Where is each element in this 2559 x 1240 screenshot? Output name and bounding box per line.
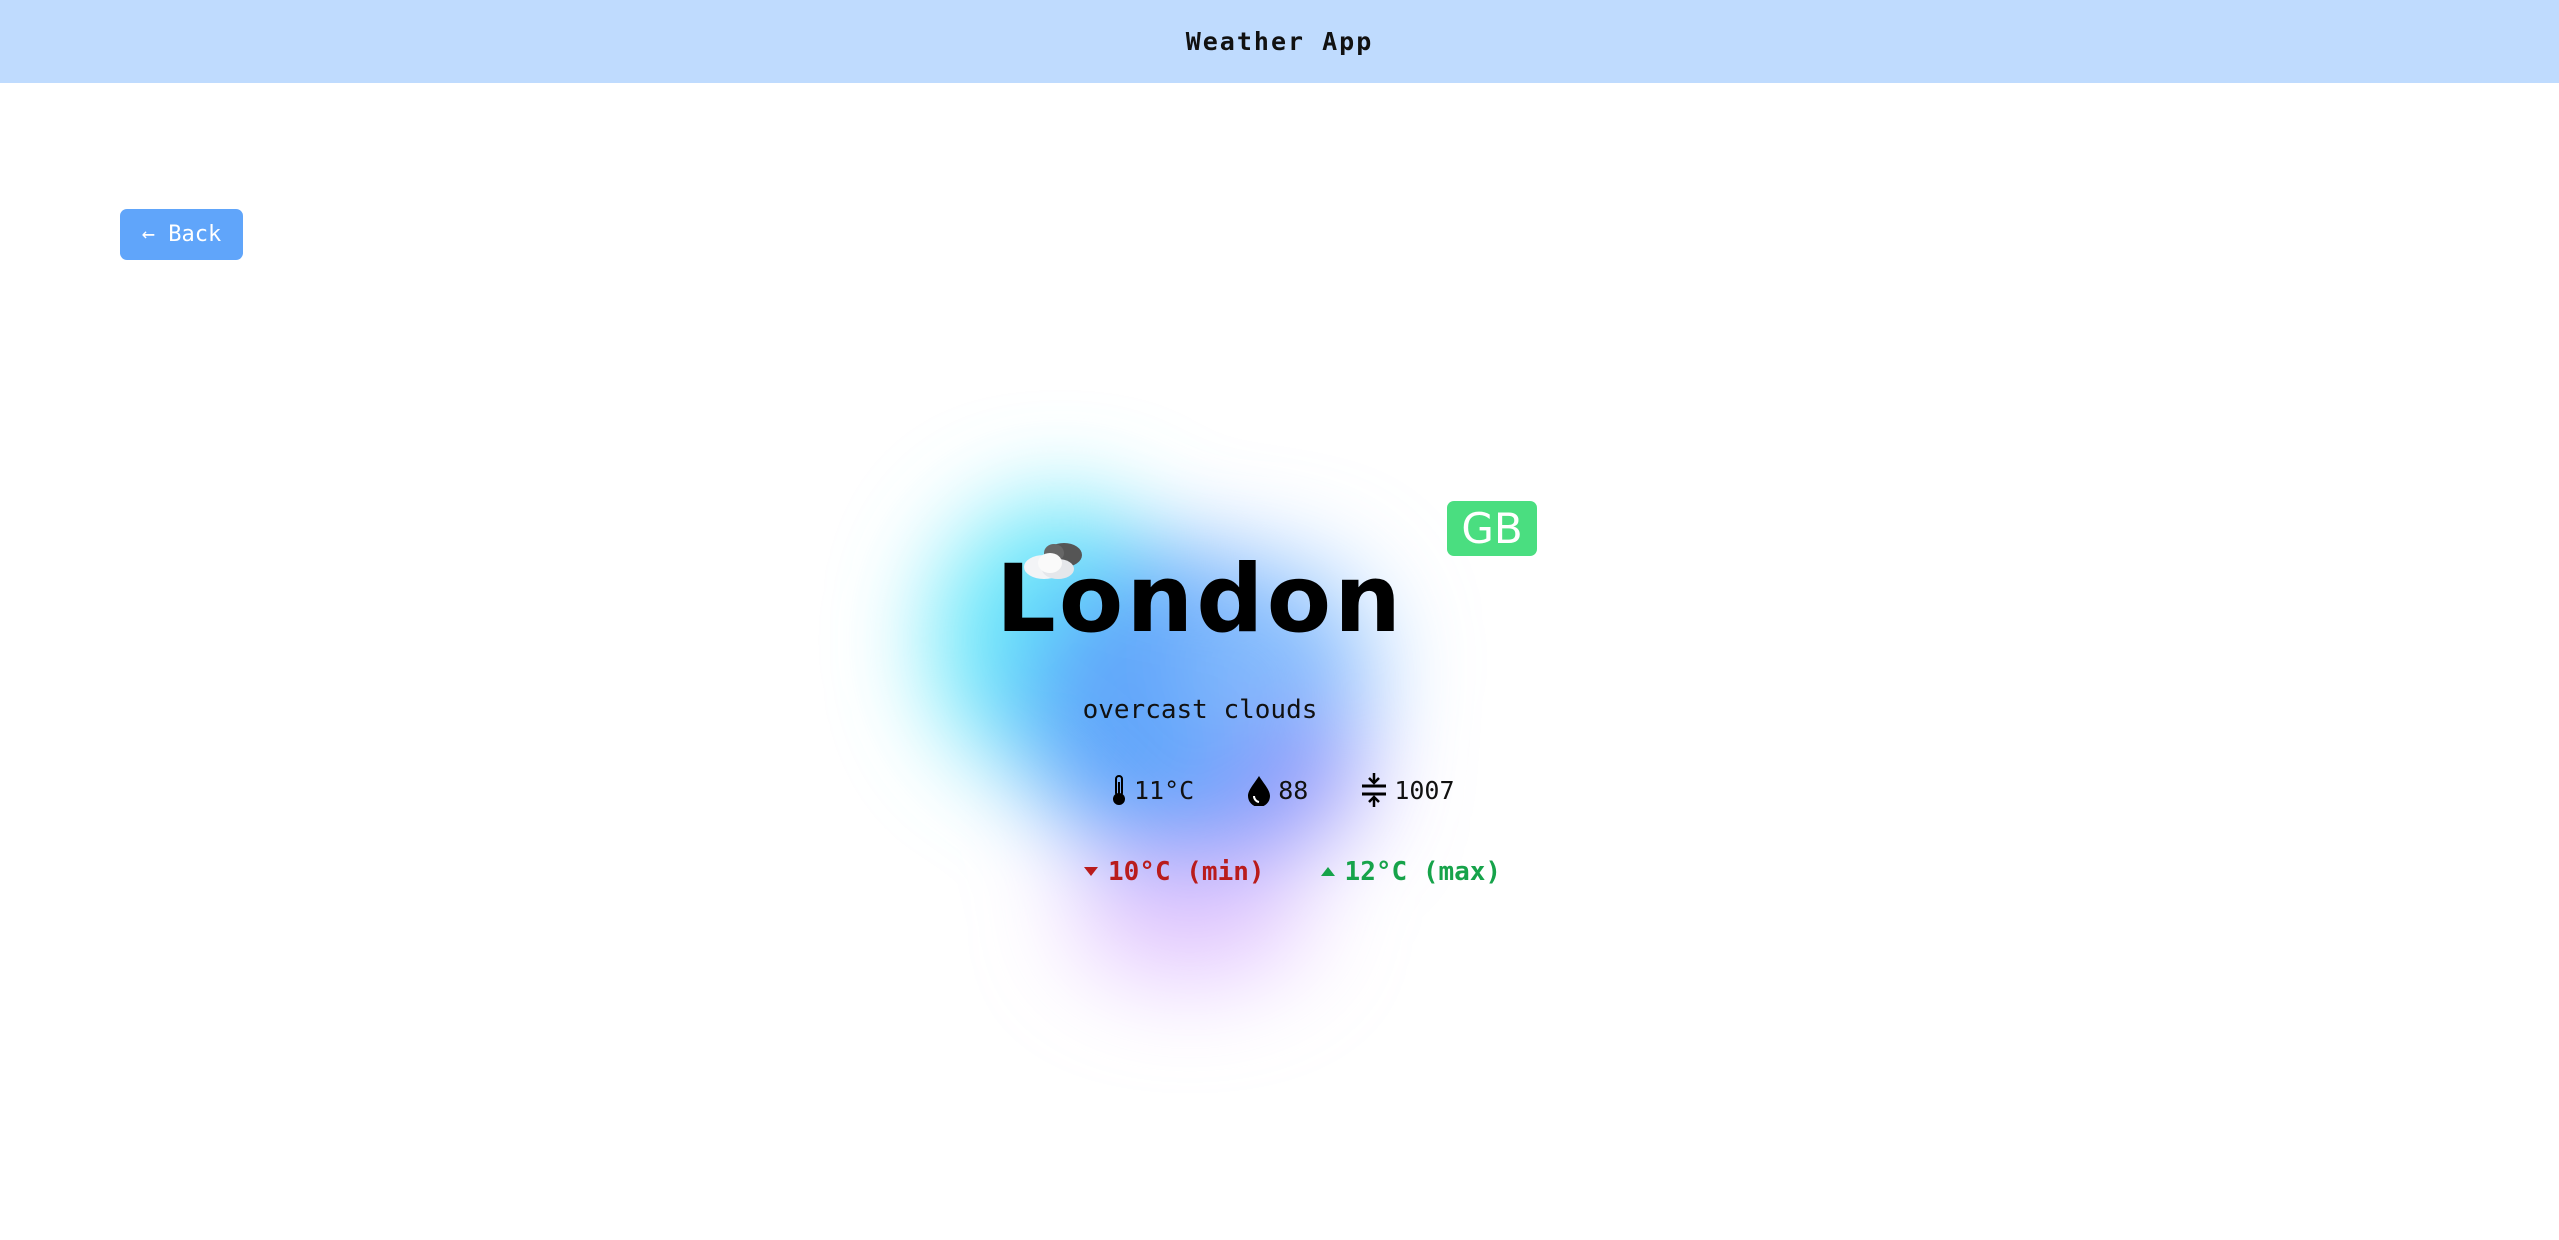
min-temperature: 10°C (min)	[1084, 857, 1265, 887]
temperature-range: 10°C (min) 12°C (max)	[1084, 852, 1501, 892]
humidity-drop-icon	[1248, 776, 1271, 806]
thermometer-icon	[1113, 775, 1125, 805]
caret-up-icon	[1320, 867, 1335, 876]
max-temperature: 12°C (max)	[1320, 857, 1502, 887]
city-name: London	[860, 545, 1700, 654]
humidity-stat: 88	[1246, 774, 1308, 806]
app-title: Weather App	[1185, 27, 1374, 56]
min-temperature-value: 10°C (min)	[1108, 857, 1265, 887]
pressure-value: 1007	[1394, 775, 1455, 805]
weather-stats: 11°C 88 1007	[1110, 770, 1455, 810]
city-name-text: London	[995, 545, 1405, 654]
pressure-stat: 1007	[1360, 773, 1455, 807]
country-badge: GB	[1447, 501, 1537, 556]
weather-description: overcast clouds	[860, 695, 1700, 725]
max-temperature-value: 12°C (max)	[1344, 857, 1502, 887]
temperature-value: 11°C	[1134, 775, 1195, 805]
weather-description-text: overcast clouds	[1082, 695, 1318, 725]
back-button[interactable]: ← Back	[120, 209, 243, 260]
pressure-icon	[1362, 773, 1387, 807]
weather-card: London GB overcast clouds 11°C 88 1007 1…	[860, 480, 1700, 940]
humidity-value: 88	[1278, 775, 1309, 805]
app-header: Weather App	[0, 0, 2559, 83]
temperature-stat: 11°C	[1110, 774, 1194, 806]
caret-down-icon	[1084, 867, 1098, 876]
